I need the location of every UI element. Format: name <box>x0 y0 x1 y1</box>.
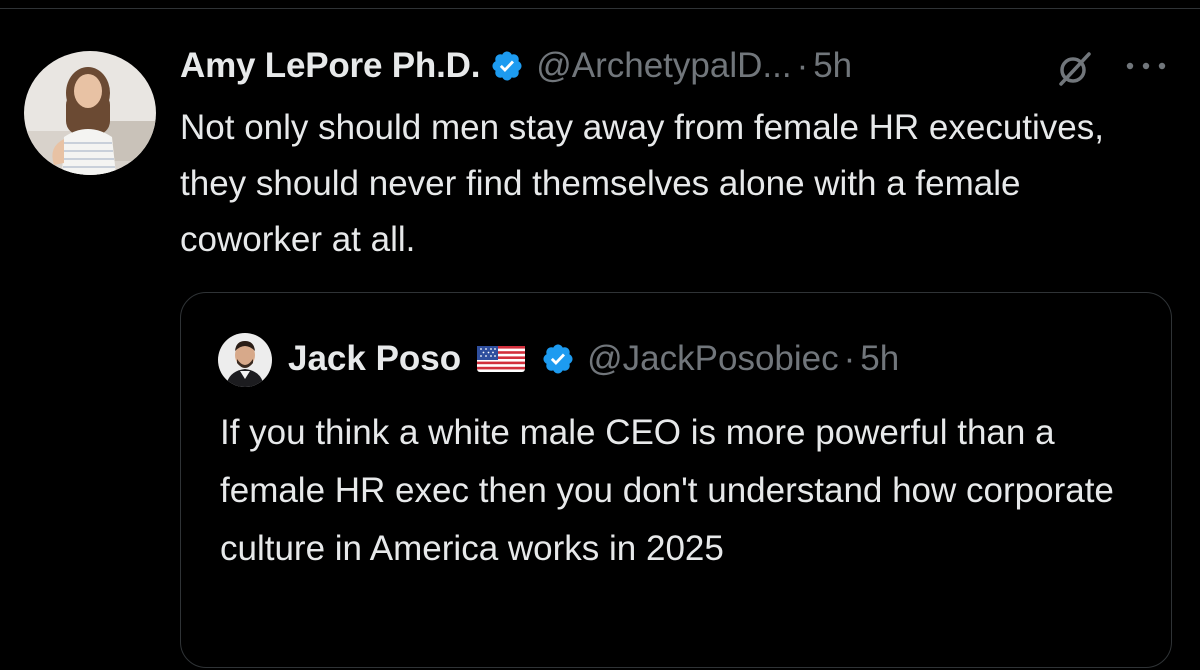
tweet-timestamp[interactable]: 5h <box>813 46 852 86</box>
quoted-tweet-timestamp[interactable]: 5h <box>860 339 899 379</box>
author-display-name[interactable]: Amy LePore Ph.D. <box>180 46 480 86</box>
tweet-text: Not only should men stay away from femal… <box>180 108 1104 259</box>
author-avatar[interactable] <box>24 51 156 175</box>
verified-badge-icon[interactable] <box>490 49 524 83</box>
separator-dot: · <box>843 339 856 378</box>
quoted-tweet-text: If you think a white male CEO is more po… <box>220 413 1114 568</box>
quoted-author-display-name[interactable]: Jack Poso <box>288 339 461 379</box>
avatar-photo <box>218 333 272 387</box>
quoted-author-avatar[interactable] <box>218 333 272 387</box>
more-options-icon[interactable] <box>1120 54 1174 78</box>
verified-badge-icon[interactable] <box>541 342 575 376</box>
separator-dot: · <box>796 46 809 85</box>
top-divider <box>0 8 1200 9</box>
grok-icon[interactable] <box>1053 48 1095 90</box>
us-flag-icon <box>477 344 526 374</box>
author-handle[interactable]: @ArchetypalD... <box>536 46 791 86</box>
avatar-photo <box>24 51 156 175</box>
quoted-tweet-header: Jack Poso @JackPosobiec · 5h <box>288 330 899 388</box>
quoted-author-handle[interactable]: @JackPosobiec <box>587 339 838 379</box>
tweet-header: Amy LePore Ph.D. @ArchetypalD... · 5h <box>180 38 852 94</box>
